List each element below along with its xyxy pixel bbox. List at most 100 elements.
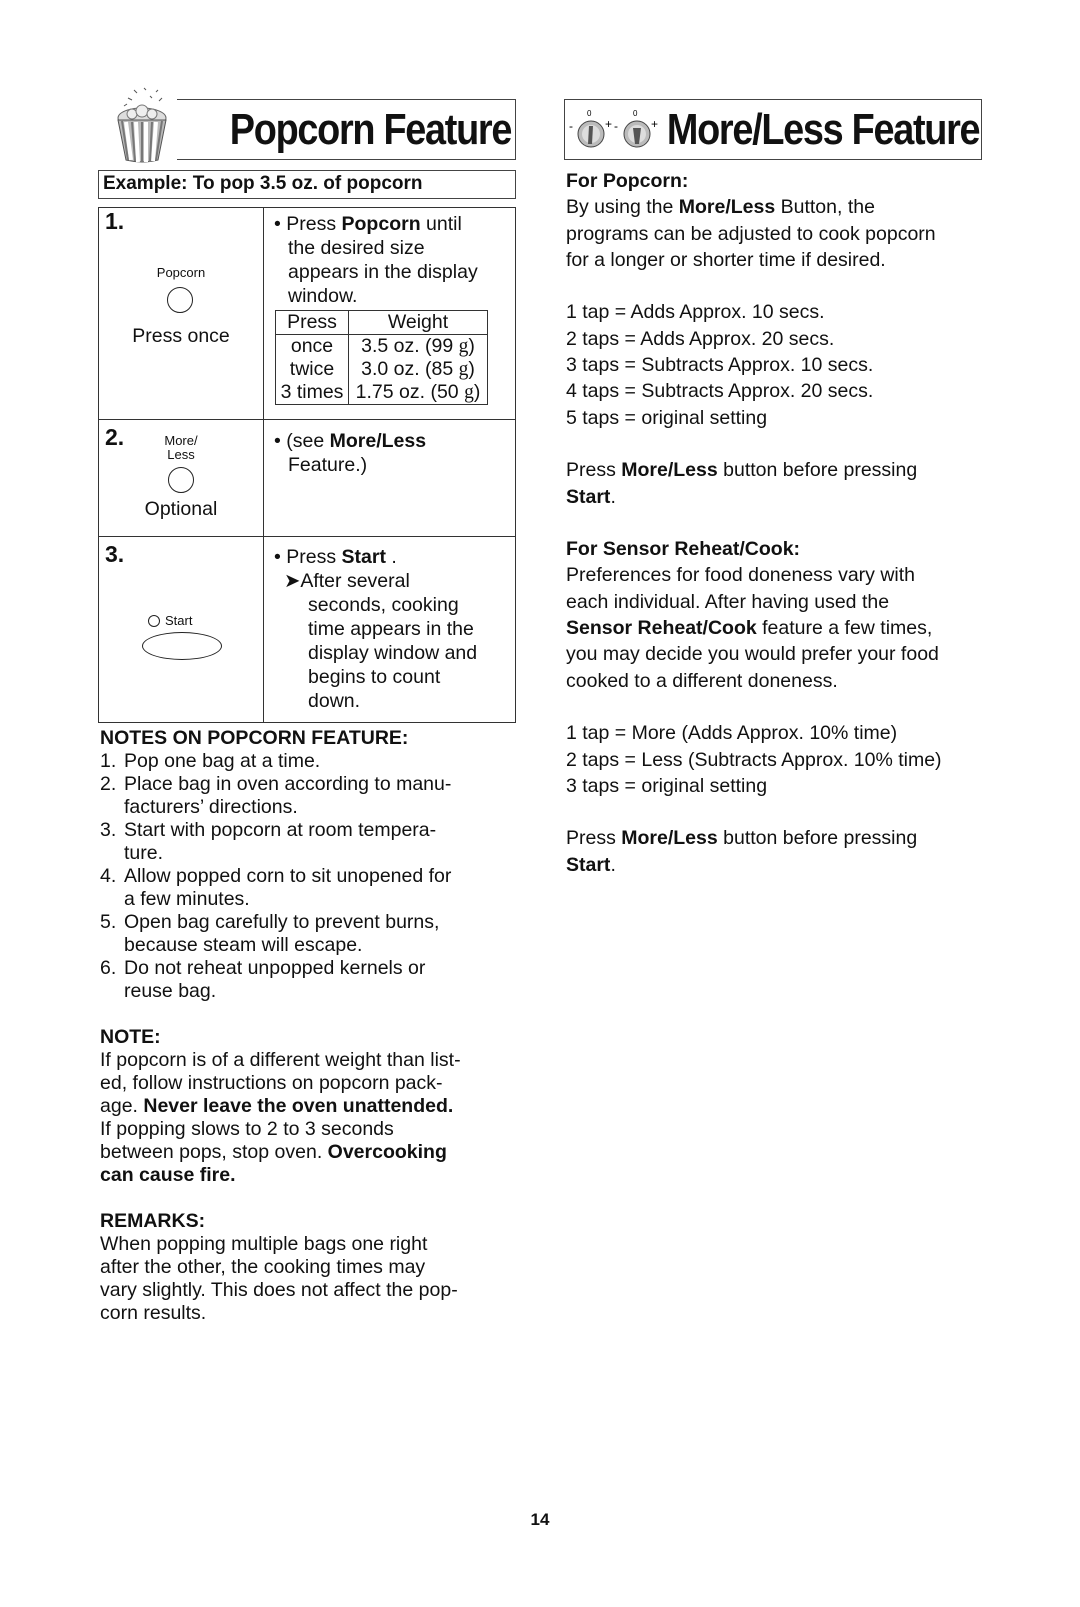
svg-text:+: +	[605, 117, 612, 131]
svg-text:0: 0	[587, 109, 592, 118]
note-number: 1.	[100, 750, 117, 772]
note-line: ture.	[124, 842, 164, 864]
press-instruction: Start.	[566, 484, 986, 510]
more-less-keyword: More/Less	[621, 827, 718, 850]
tap-rule: 2 taps = Adds Approx. 20 secs.	[566, 327, 835, 350]
note-line: If popping slows to 2 to 3 seconds	[100, 1118, 394, 1140]
gram-unit: g	[458, 336, 469, 357]
weight-row: 3 times 1.75 oz. (50 g)	[275, 381, 488, 405]
note-text: Allow popped corn to sit unopened for a f…	[124, 865, 451, 911]
more-less-feature-header: - 0 + - 0 + More/Less Feature	[564, 99, 982, 160]
popcorn-intro-line: for a longer or shorter time if desired.	[566, 248, 886, 271]
label-line: Less	[167, 447, 195, 462]
instruction-line: Feature.)	[288, 454, 368, 476]
note-item: 5. Open bag carefully to prevent burns, be…	[100, 911, 520, 957]
press-text: Press	[566, 827, 622, 850]
sensor-line: Sensor Reheat/Cook feature a few times,	[566, 615, 986, 641]
instruction-text: .	[385, 546, 397, 568]
note-line: age. Never leave the oven unattended.	[100, 1095, 520, 1118]
note-line: Place bag in oven according to manu-	[124, 773, 452, 795]
weight-value: 3.0 oz. (85 g)	[348, 358, 488, 381]
period: .	[610, 853, 616, 876]
dial-icon: - 0 +	[569, 109, 612, 148]
weight-table: Press Weight once 3.5 oz. (99 g) twice 3…	[275, 310, 488, 405]
note-line: Open bag carefully to prevent burns,	[124, 911, 440, 933]
weight-value: 3.5 oz. (99 g)	[348, 334, 488, 358]
result-line: begins to count	[308, 666, 441, 688]
weight-row: twice 3.0 oz. (85 g)	[275, 358, 488, 381]
start-button-icon[interactable]	[142, 632, 222, 660]
press-once-caption: Press once	[132, 325, 230, 347]
note-number: 2.	[100, 773, 117, 795]
sensor-line: Preferences for food doneness vary with	[566, 564, 916, 587]
start-keyword: Start	[566, 853, 611, 876]
note-line: If popcorn is of a different weight than…	[100, 1049, 461, 1071]
note-line: Do not reheat unpopped kernels or	[124, 957, 426, 979]
tap-rule: 1 tap = More (Adds Approx. 10% time)	[566, 722, 898, 745]
instruction-text: • (see	[274, 430, 330, 452]
paren: )	[473, 381, 481, 403]
weight-table-header: Press Weight	[275, 310, 488, 335]
svg-text:-: -	[614, 119, 618, 133]
step-2-instructions: • (see More/Less Feature.)	[264, 420, 515, 536]
step-1-instructions: • Press Popcorn until the desired size a…	[264, 208, 515, 419]
step-3: 3. Start • Press Start . ➤After several …	[99, 537, 515, 722]
remarks-line: after the other, the cooking times may	[100, 1256, 426, 1278]
start-keyword: Start	[566, 485, 611, 508]
note-text: Place bag in oven according to manu-fact…	[124, 773, 451, 819]
more-less-keyword: More/Less	[678, 196, 776, 219]
step-2: 2. More/ Less Optional • (see More/Less …	[99, 420, 515, 537]
gram-unit: g	[464, 382, 474, 403]
popcorn-button-icon[interactable]	[167, 287, 193, 313]
weight-row: once 3.5 oz. (99 g)	[275, 334, 488, 358]
step-number: 1.	[105, 208, 125, 234]
arrow-icon: ➤	[284, 570, 301, 592]
sensor-line: cooked to a different doneness.	[566, 669, 838, 692]
popcorn-bucket-icon	[117, 87, 167, 163]
note-line: ed, follow instructions on popcorn pack-	[100, 1072, 443, 1094]
tap-rule: 5 taps = original setting	[566, 406, 768, 429]
result-line: After several	[300, 570, 410, 592]
press-instruction: Press More/Less button before pressing	[566, 457, 986, 483]
note-line: reuse bag.	[124, 980, 217, 1002]
paren: )	[468, 358, 475, 380]
press-text: button before pressing	[717, 827, 918, 850]
step-3-instructions: • Press Start . ➤After several seconds, …	[264, 537, 515, 722]
sensor-keyword: Sensor Reheat/Cook	[566, 617, 757, 640]
more-less-content: For Popcorn: By using the More/Less Butt…	[566, 168, 986, 878]
gram-unit: g	[458, 359, 469, 380]
note-line: facturers’ directions.	[124, 796, 298, 818]
press-text: Press	[566, 459, 622, 482]
svg-text:0: 0	[633, 109, 638, 118]
popcorn-feature-title: Popcorn Feature	[229, 105, 513, 154]
popcorn-keyword: Popcorn	[341, 213, 421, 235]
note-number: 5.	[100, 911, 117, 933]
sensor-heading: For Sensor Reheat/Cook:	[566, 538, 801, 561]
instruction-line: window.	[288, 285, 358, 307]
tap-rule: 3 taps = original setting	[566, 774, 768, 797]
popcorn-notes: NOTES ON POPCORN FEATURE: 1. Pop one bag …	[100, 727, 520, 1325]
instruction-text: • Press	[274, 213, 342, 235]
paren: )	[468, 335, 475, 357]
start-label-text: Start	[165, 613, 193, 628]
note-heading: NOTE:	[100, 1026, 161, 1048]
note-item: 6. Do not reheat unpopped kernels or reuse…	[100, 957, 520, 1003]
optional-caption: Optional	[144, 498, 218, 520]
steps-table: 1. Popcorn Press once • Press Popcorn un…	[98, 207, 516, 723]
svg-text:+: +	[651, 117, 658, 131]
note-line: a few minutes.	[124, 888, 250, 910]
result-line: seconds, cooking	[308, 594, 459, 616]
page-number: 14	[530, 1510, 550, 1529]
warning-text: can cause fire.	[100, 1164, 236, 1186]
more-less-button-icon[interactable]	[168, 467, 194, 493]
weight-value: 1.75 oz. (50 g)	[348, 381, 488, 405]
press-count: 3 times	[275, 381, 349, 405]
notes-heading: NOTES ON POPCORN FEATURE:	[100, 727, 409, 749]
instruction-text: • Press	[274, 546, 342, 568]
intro-text: Button, the	[775, 196, 875, 219]
note-number: 3.	[100, 819, 117, 841]
